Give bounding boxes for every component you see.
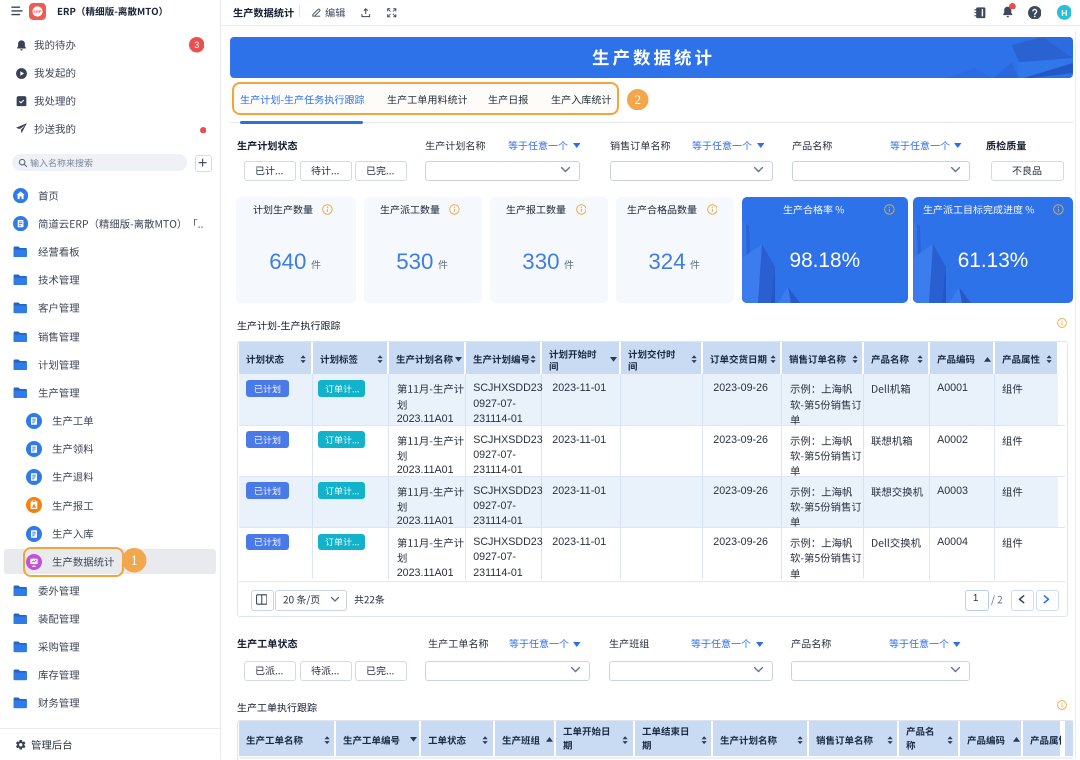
svg-text:2: 2 <box>635 92 642 107</box>
svg-text:1: 1 <box>131 554 138 570</box>
svg-text:ERP: ERP <box>33 9 42 14</box>
svg-text:3: 3 <box>194 40 199 50</box>
svg-text:H: H <box>1061 8 1067 18</box>
